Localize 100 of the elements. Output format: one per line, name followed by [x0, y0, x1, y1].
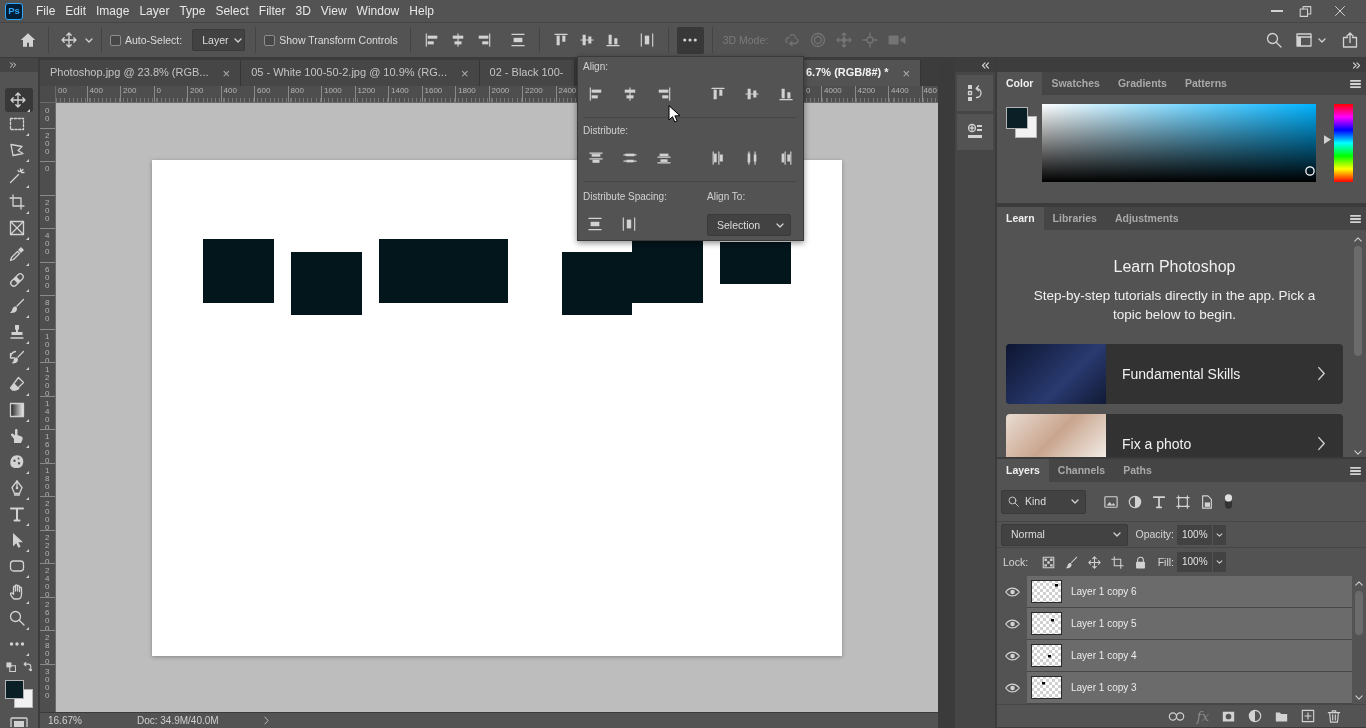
color-field[interactable]	[1042, 104, 1316, 182]
half-circle-icon[interactable]	[1128, 494, 1142, 509]
stamp-icon[interactable]	[9, 324, 29, 344]
share-icon[interactable]	[1342, 32, 1358, 48]
zoom-icon[interactable]	[9, 610, 29, 630]
scrollbar-thumb[interactable]	[1355, 591, 1363, 635]
panel-tab[interactable]: Swatches	[1042, 72, 1109, 95]
scroll-down-icon[interactable]	[1355, 695, 1363, 700]
finger-icon[interactable]	[9, 428, 29, 448]
align-right-icon[interactable]	[657, 87, 671, 101]
workspace-icon[interactable]	[1296, 32, 1312, 48]
distribute-middle-icon[interactable]	[745, 151, 759, 165]
distribute-horizontal-icon[interactable]	[639, 33, 654, 47]
link-icon[interactable]	[1167, 711, 1185, 721]
new-layer-icon[interactable]	[1301, 709, 1315, 723]
half-circle-icon[interactable]	[1248, 709, 1262, 723]
move-arrows-icon[interactable]	[61, 32, 77, 48]
search-icon[interactable]	[1266, 32, 1282, 48]
home-icon[interactable]	[20, 32, 36, 48]
tab-close-button[interactable]: ×	[902, 66, 911, 80]
document-tab[interactable]: 05 - White 100-50-2.jpg @ 10.9% (RG... ×	[241, 60, 480, 86]
eye-icon[interactable]	[1004, 619, 1020, 629]
panel-menu-icon[interactable]	[1350, 214, 1361, 223]
target-dropdown[interactable]: Layer	[192, 29, 246, 51]
align-middle-icon[interactable]	[745, 87, 759, 101]
distribute-vertical-icon[interactable]	[510, 33, 525, 47]
menu-item[interactable]: Filter	[253, 1, 291, 21]
brush-icon[interactable]	[1065, 555, 1079, 569]
color-swatches-icon[interactable]	[5, 680, 33, 708]
expand-icon[interactable]	[9, 62, 17, 68]
eye-icon[interactable]	[1004, 683, 1020, 693]
distribute-center-icon[interactable]	[623, 151, 637, 165]
menu-item[interactable]: Help	[404, 1, 439, 21]
menu-item[interactable]: Edit	[60, 1, 92, 21]
align-middle-icon[interactable]	[579, 33, 594, 47]
menu-item[interactable]: Image	[91, 1, 135, 21]
panel-tab[interactable]: Paths	[1114, 459, 1161, 482]
padlock-icon[interactable]	[1134, 555, 1148, 569]
menu-item[interactable]: Select	[210, 1, 254, 21]
default-colors-icon[interactable]	[6, 662, 16, 672]
panel-tab[interactable]: Color	[997, 72, 1043, 95]
bandage-icon[interactable]	[9, 272, 29, 292]
panel-tab[interactable]: Gradients	[1108, 72, 1176, 95]
layer-row[interactable]: Layer 1 copy 6	[1027, 576, 1352, 608]
eye-icon[interactable]	[1004, 587, 1020, 597]
distribute-left-icon[interactable]	[711, 151, 725, 165]
crop-icon[interactable]	[1111, 555, 1125, 569]
distribute-bottom-icon[interactable]	[657, 151, 671, 165]
mask-icon[interactable]	[1221, 709, 1236, 723]
align-bottom-icon[interactable]	[779, 87, 793, 101]
document-tab[interactable]: Photoshop.jpg @ 23.8% (RGB... ×	[40, 60, 242, 86]
layer-row[interactable]: Layer 1 copy 4	[1027, 640, 1352, 672]
align-to-dropdown[interactable]: Selection	[707, 214, 791, 236]
align-left-icon[interactable]	[589, 87, 603, 101]
image-filter-icon[interactable]	[1104, 494, 1118, 509]
panel-tab[interactable]: Patterns	[1175, 72, 1236, 95]
tab-close-button[interactable]: ×	[222, 66, 231, 80]
panel-tab[interactable]: Adjustments	[1105, 207, 1188, 230]
move-arrows-icon[interactable]	[5, 88, 33, 112]
app-logo[interactable]: Ps	[5, 2, 23, 20]
transform-controls-checkbox[interactable]	[264, 34, 276, 46]
auto-select-checkbox[interactable]	[110, 34, 121, 46]
toggle-switch-icon[interactable]	[1224, 493, 1233, 510]
distribute-top-icon[interactable]	[589, 151, 603, 165]
blend-mode-dropdown[interactable]: Normal	[1001, 523, 1128, 546]
panel-menu-icon[interactable]	[1350, 79, 1361, 88]
hue-slider[interactable]	[1324, 104, 1353, 182]
menu-item[interactable]: Window	[351, 1, 405, 21]
move-arrows-icon[interactable]	[1088, 555, 1102, 569]
align-left-icon[interactable]	[424, 33, 439, 47]
eyedropper-icon[interactable]	[9, 246, 29, 266]
caret-icon[interactable]	[85, 37, 93, 43]
align-center-icon[interactable]	[450, 33, 465, 47]
trash-icon[interactable]	[1327, 708, 1341, 724]
rounded-rectangle-icon[interactable]	[9, 558, 29, 578]
panel-menu-icon[interactable]	[1350, 466, 1361, 475]
crop-icon[interactable]	[9, 194, 29, 214]
swap-colors-icon[interactable]	[22, 662, 32, 672]
filter-kind-dropdown[interactable]: Kind	[1001, 489, 1086, 514]
menu-item[interactable]: File	[31, 1, 61, 21]
picker-ring-icon[interactable]	[1305, 166, 1315, 176]
scroll-down-icon[interactable]	[1354, 450, 1362, 455]
sponge-icon[interactable]	[9, 454, 29, 474]
menu-item[interactable]: View	[315, 1, 352, 21]
panel-tab[interactable]: Channels	[1048, 459, 1115, 482]
eye-icon[interactable]	[1004, 651, 1020, 661]
align-right-icon[interactable]	[476, 33, 491, 47]
screen-mode-icon[interactable]	[10, 717, 28, 727]
lasso-icon[interactable]	[9, 142, 29, 162]
gradient-icon[interactable]	[9, 402, 29, 422]
layer-row[interactable]: Layer 1 copy 3	[1027, 672, 1352, 704]
align-bottom-icon[interactable]	[605, 33, 620, 47]
menu-item[interactable]: Type	[174, 1, 211, 21]
collapse-icon[interactable]	[981, 61, 990, 69]
opacity-field[interactable]: 100%	[1177, 524, 1212, 545]
distribute-right-icon[interactable]	[779, 151, 793, 165]
dashed-rectangle-icon[interactable]	[9, 116, 29, 136]
expand-icon[interactable]	[1352, 61, 1361, 69]
layer-row[interactable]: Layer 1 copy 5	[1027, 608, 1352, 640]
crossed-frame-icon[interactable]	[9, 220, 29, 240]
